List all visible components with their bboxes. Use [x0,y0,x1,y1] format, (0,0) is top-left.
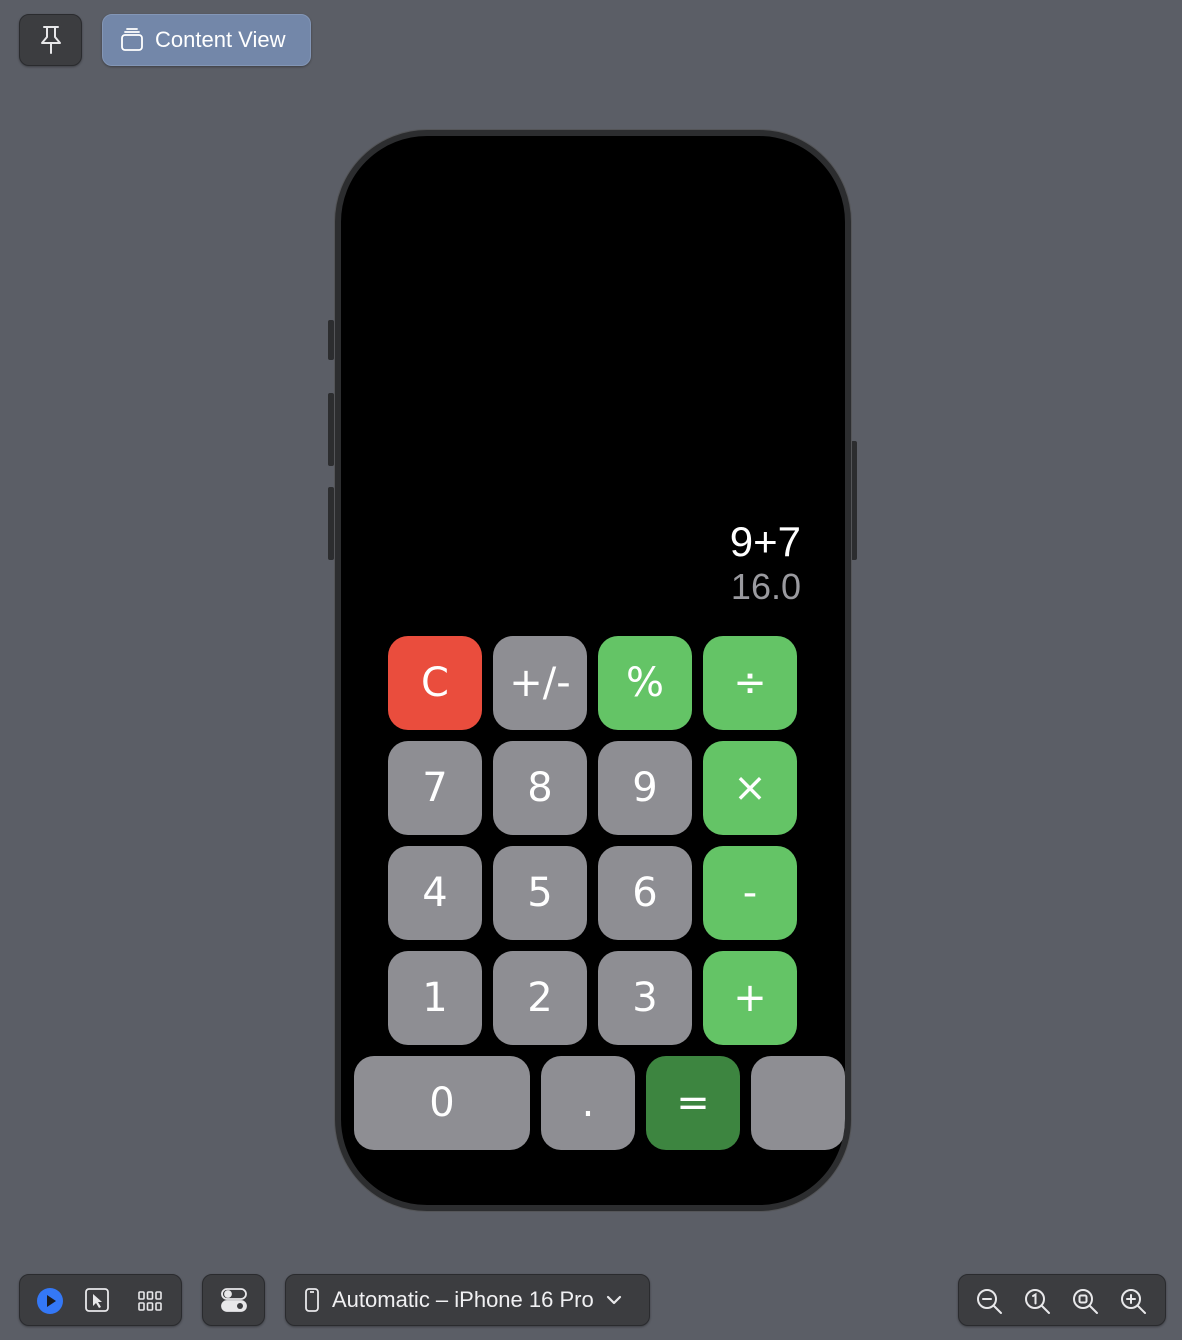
divide-key[interactable]: ÷ [703,636,797,730]
content-view-button[interactable]: Content View [102,14,311,66]
digit-2-key[interactable]: 2 [493,951,587,1045]
sign-key[interactable]: +/- [493,636,587,730]
device-selector[interactable]: Automatic – iPhone 16 Pro [285,1274,650,1326]
preview-mode-group [19,1274,182,1326]
digit-5-key[interactable]: 5 [493,846,587,940]
equals-key[interactable]: = [646,1056,740,1150]
action-button [328,320,334,360]
digit-7-key[interactable]: 7 [388,741,482,835]
selectable-cursor-icon[interactable] [84,1287,110,1313]
phone-preview: 9+7 16.0 C +/-% ÷ 7 8 9 × 4 5 6- 1 2 3 +0. = [335,130,851,1211]
device-settings-button[interactable] [202,1274,265,1326]
volume-up-button [328,393,334,466]
pin-icon [38,25,64,55]
add-key[interactable]: + [703,951,797,1045]
digit-8-key[interactable]: 8 [493,741,587,835]
pin-button[interactable] [19,14,82,66]
chevron-down-icon [606,1294,622,1306]
live-play-icon[interactable] [36,1287,64,1315]
zoom-100-icon[interactable] [1023,1287,1051,1315]
subtract-key[interactable]: - [703,846,797,940]
digit-1-key[interactable]: 1 [388,951,482,1045]
content-view-label: Content View [155,27,286,52]
calculator-display: 9+7 16.0 [730,519,801,609]
variants-grid-icon[interactable] [137,1289,163,1313]
digit-0-key[interactable]: 0 [354,1056,530,1150]
zoom-controls [958,1274,1166,1326]
blank-key[interactable] [751,1056,845,1150]
result-label: 16.0 [730,566,801,607]
stack-icon [119,27,145,53]
digit-9-key[interactable]: 9 [598,741,692,835]
zoom-in-icon[interactable] [1119,1287,1147,1315]
device-settings-toggle-icon [220,1286,248,1314]
iphone-icon [304,1287,320,1313]
zoom-fit-icon[interactable] [1071,1287,1099,1315]
digit-3-key[interactable]: 3 [598,951,692,1045]
digit-4-key[interactable]: 4 [388,846,482,940]
power-button [851,441,857,560]
device-label: Automatic – iPhone 16 Pro [332,1287,594,1312]
expression-label: 9+7 [729,518,801,565]
zoom-out-icon[interactable] [975,1287,1003,1315]
volume-down-button [328,487,334,560]
decimal-key[interactable]: . [541,1056,635,1150]
digit-6-key[interactable]: 6 [598,846,692,940]
percent-key[interactable]: % [598,636,692,730]
clear-key[interactable]: C [388,636,482,730]
multiply-key[interactable]: × [703,741,797,835]
